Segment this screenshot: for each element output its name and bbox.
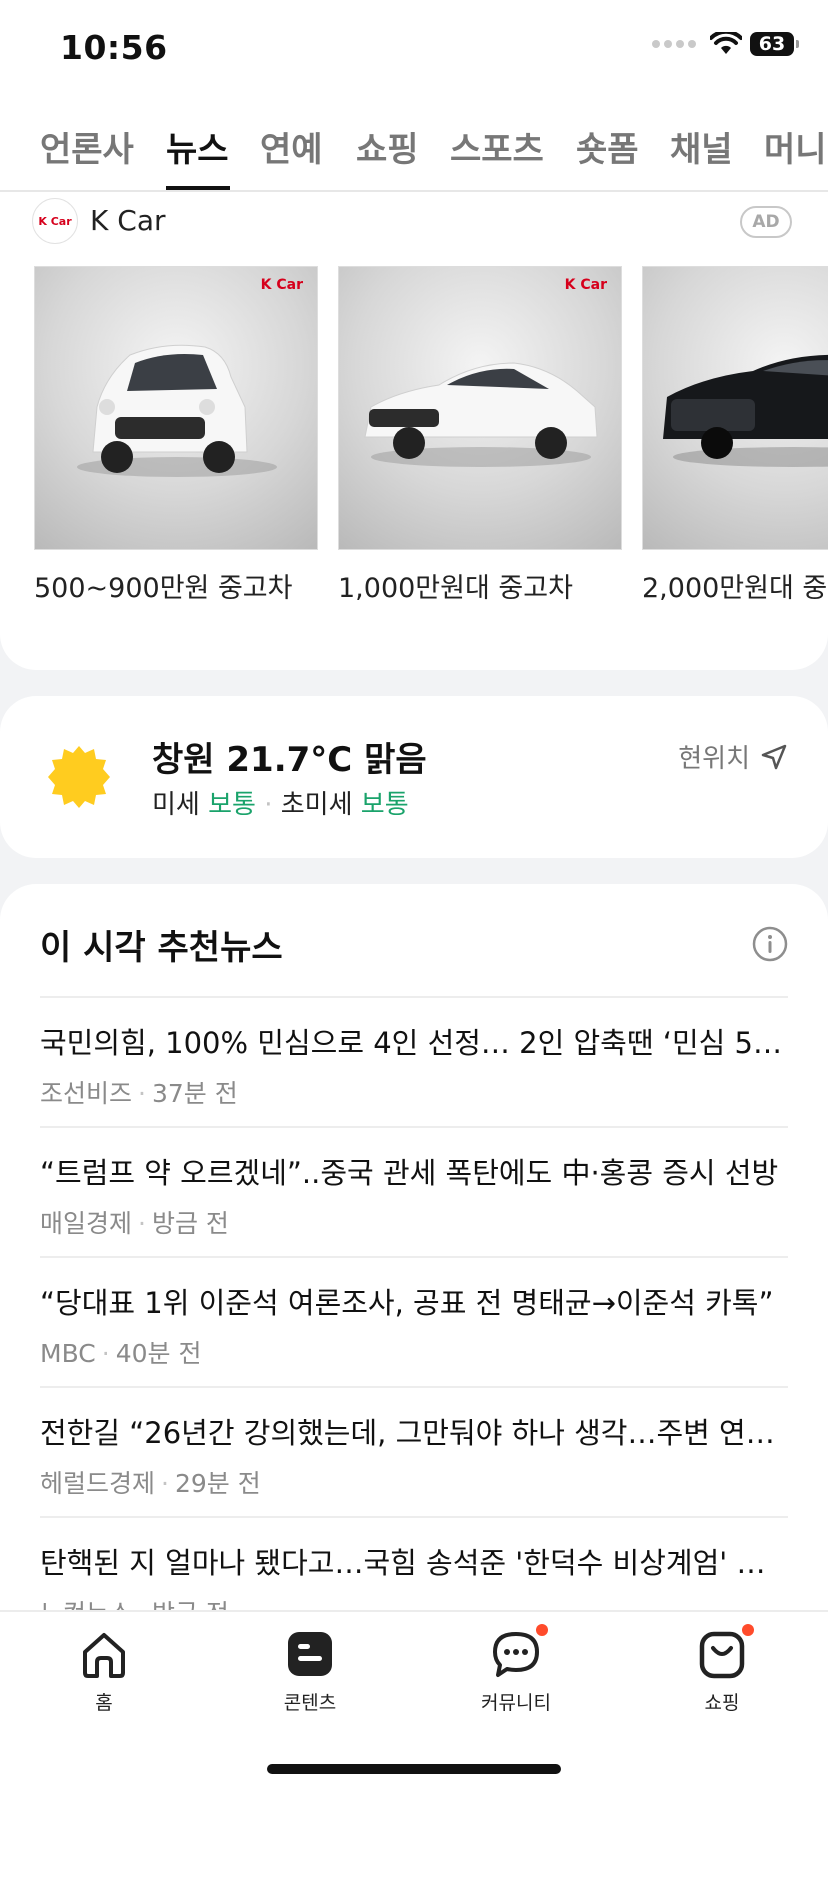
active-tab-indicator	[166, 186, 230, 190]
car-image[interactable]: K Car	[34, 266, 318, 550]
category-tabs: 언론사 뉴스 연예 쇼핑 스포츠 숏폼 채널 머니	[0, 100, 828, 192]
nav-shopping-label: 쇼핑	[704, 1692, 740, 1714]
tab-money[interactable]: 머니	[764, 122, 827, 171]
tab-news[interactable]: 뉴스	[166, 122, 229, 171]
news-source: MBC	[40, 1339, 96, 1368]
status-time: 10:56	[60, 28, 168, 67]
fine-dust-value: 보통	[208, 790, 256, 820]
news-meta: 매일경제 · 방금 전	[40, 1204, 229, 1240]
separator-dot: ·	[264, 790, 273, 820]
nav-home[interactable]: 홈	[44, 1626, 164, 1715]
news-item[interactable]: “당대표 1위 이준석 여론조사, 공표 전 명태균→이준석 카톡” MBC · 4…	[40, 1256, 788, 1386]
news-headline[interactable]: 탄핵된 지 얼마나 됐다고…국힘 송석준 '한덕수 비상계엄' 옹호	[40, 1540, 788, 1582]
hatchback-car-icon	[77, 344, 277, 477]
ad-item[interactable]: K Car 500~900만원 중고차	[34, 266, 318, 605]
shopping-bag-icon	[694, 1624, 754, 1682]
news-time: 40분 전	[115, 1339, 202, 1368]
advertiser-logo[interactable]: K Car	[32, 198, 78, 244]
fine-dust-label: 미세	[152, 790, 200, 820]
ad-badge[interactable]: AD	[740, 206, 792, 238]
contents-icon	[282, 1626, 338, 1682]
advertiser-name[interactable]: K Car	[90, 204, 165, 237]
news-time: 방금 전	[151, 1209, 229, 1238]
ad-carousel[interactable]: K Car 500~900만원 중고차 K Car 1,000만원대 중고차 2…	[34, 266, 828, 605]
nav-contents-label: 콘텐츠	[283, 1692, 337, 1714]
weather-summary: 창원 21.7°C 맑음	[152, 740, 427, 780]
home-indicator[interactable]	[267, 1764, 561, 1774]
news-headline[interactable]: “트럼프 약 오르겠네”..중국 관세 폭탄에도 中·홍콩 증시 선방	[40, 1150, 788, 1192]
news-source: 매일경제	[40, 1209, 133, 1238]
home-icon	[76, 1626, 132, 1682]
separator-dot: ·	[101, 1339, 110, 1368]
ad-card: K Car K Car AD K Car 500~900만원 중고차 K Car	[0, 192, 828, 670]
wifi-icon	[710, 32, 742, 54]
tab-press[interactable]: 언론사	[40, 122, 134, 171]
separator-dot: ·	[138, 1079, 146, 1108]
news-meta: MBC · 40분 전	[40, 1334, 201, 1370]
ad-item-caption[interactable]: 2,000만원대 중고차	[642, 566, 828, 605]
ad-item[interactable]: 2,000만원대 중고차	[642, 266, 828, 605]
news-source: 헤럴드경제	[40, 1469, 156, 1498]
separator-dot: ·	[161, 1469, 169, 1498]
news-headline[interactable]: 전한길 “26년간 강의했는데, 그만둬야 하나 생각…주변 연락 끊겨”	[40, 1410, 788, 1452]
separator-dot: ·	[138, 1209, 146, 1238]
news-time: 37분 전	[151, 1079, 238, 1108]
news-list: 국민의힘, 100% 민심으로 4인 선정… 2인 압축땐 ‘민심 50%’ 조…	[40, 996, 788, 1646]
battery-icon: 63	[750, 32, 799, 56]
nav-contents[interactable]: 콘텐츠	[250, 1626, 370, 1715]
section-title: 이 시각 추천뉴스	[40, 928, 283, 968]
ad-item[interactable]: K Car 1,000만원대 중고차	[338, 266, 622, 605]
news-item[interactable]: 전한길 “26년간 강의했는데, 그만둬야 하나 생각…주변 연락 끊겨” 헤럴…	[40, 1386, 788, 1516]
ad-item-caption[interactable]: 1,000만원대 중고차	[338, 566, 622, 605]
sedan-car-icon	[364, 362, 598, 467]
ultra-fine-dust-value: 보통	[360, 790, 409, 820]
weather-card[interactable]: 창원 21.7°C 맑음 미세 보통 · 초미세 보통 현위치	[0, 696, 828, 858]
nav-home-label: 홈	[95, 1692, 113, 1714]
news-meta: 헤럴드경제 · 29분 전	[40, 1464, 261, 1500]
notification-dot	[536, 1624, 548, 1636]
news-time: 29분 전	[174, 1469, 261, 1498]
current-location-label: 현위치	[678, 744, 750, 774]
news-source: 조선비즈	[40, 1079, 133, 1108]
chat-bubble-icon	[488, 1624, 548, 1682]
info-icon[interactable]	[752, 926, 788, 962]
tab-channel[interactable]: 채널	[670, 122, 733, 171]
news-meta: 조선비즈 · 37분 전	[40, 1074, 238, 1110]
ad-item-caption[interactable]: 500~900만원 중고차	[34, 566, 318, 605]
signal-icon	[652, 40, 696, 48]
status-icons: 63	[652, 32, 799, 56]
status-bar: 10:56 63	[0, 0, 828, 100]
nav-community[interactable]: 커뮤니티	[456, 1624, 576, 1715]
news-item[interactable]: 국민의힘, 100% 민심으로 4인 선정… 2인 압축땐 ‘민심 50%’ 조…	[40, 996, 788, 1126]
sunny-weather-icon	[48, 746, 110, 808]
tab-shopping[interactable]: 쇼핑	[356, 122, 419, 171]
car-image[interactable]	[642, 266, 828, 550]
current-location-button[interactable]: 현위치	[678, 738, 788, 775]
news-headline[interactable]: “당대표 1위 이준석 여론조사, 공표 전 명태균→이준석 카톡”	[40, 1280, 788, 1322]
tab-sports[interactable]: 스포츠	[450, 122, 544, 171]
news-item[interactable]: “트럼프 약 오르겠네”..중국 관세 폭탄에도 中·홍콩 증시 선방 매일경제…	[40, 1126, 788, 1256]
nav-community-label: 커뮤니티	[481, 1692, 551, 1714]
air-quality: 미세 보통 · 초미세 보통	[152, 784, 409, 821]
car-image[interactable]: K Car	[338, 266, 622, 550]
nav-shopping[interactable]: 쇼핑	[662, 1624, 782, 1715]
tab-entertainment[interactable]: 연예	[260, 122, 323, 171]
news-headline[interactable]: 국민의힘, 100% 민심으로 4인 선정… 2인 압축땐 ‘민심 50%’	[40, 1020, 788, 1062]
luxury-sedan-icon	[663, 354, 828, 467]
tab-shortform[interactable]: 숏폼	[576, 122, 639, 171]
notification-dot	[742, 1624, 754, 1636]
location-arrow-icon	[761, 744, 787, 769]
ultra-fine-dust-label: 초미세	[280, 790, 353, 820]
